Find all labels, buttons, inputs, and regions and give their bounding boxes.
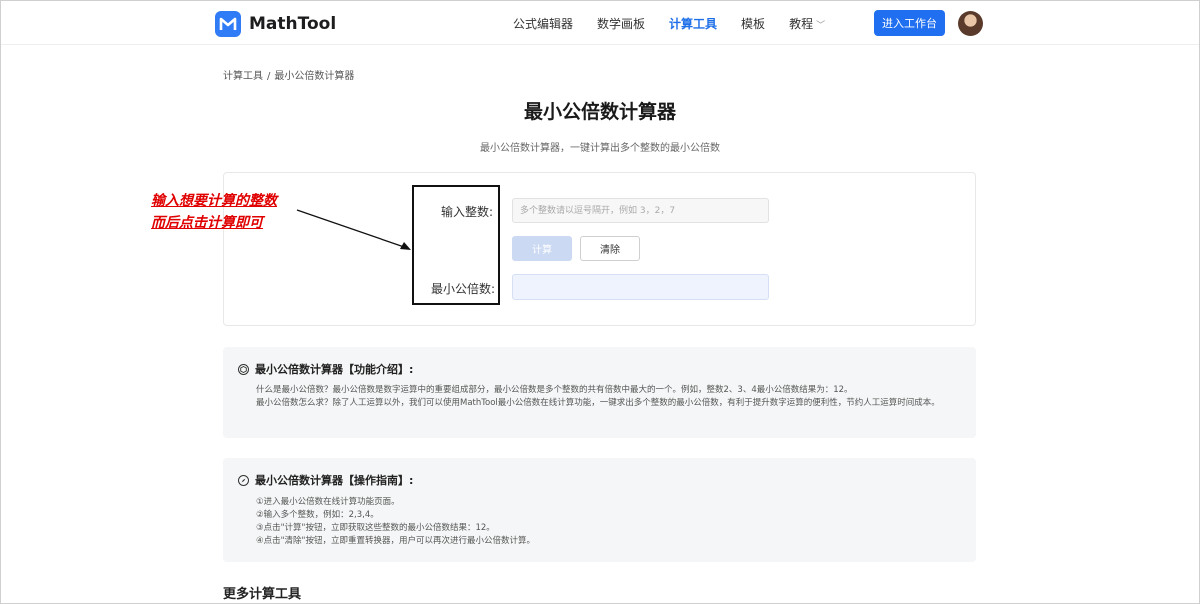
nav-calc-tools[interactable]: 计算工具 (669, 15, 717, 32)
intro-panel: 最小公倍数计算器【功能介绍】: 什么是最小公倍数？最小公倍数是数字运算中的重要组… (223, 347, 976, 438)
calculate-button[interactable]: 计算 (512, 236, 572, 261)
chevron-down-icon: ﹀ (816, 21, 826, 31)
result-field[interactable] (512, 274, 769, 300)
enter-workspace-button[interactable]: 进入工作台 (874, 10, 945, 36)
annotation-line-2: 而后点击计算即可 (151, 215, 263, 231)
intro-title: 最小公倍数计算器【功能介绍】: (255, 363, 414, 376)
mathtool-logo-icon (215, 11, 241, 37)
guide-step: ①进入最小公倍数在线计算功能页面。 (256, 497, 400, 507)
compass-icon (238, 474, 249, 486)
guide-title: 最小公倍数计算器【操作指南】: (255, 474, 414, 487)
top-header: MathTool 公式编辑器 数学画板 计算工具 模板 教程 ﹀ 进入工作台 (1, 1, 1199, 45)
annotation-line-1: 输入想要计算的整数 (151, 193, 277, 209)
guide-step: ②输入多个整数，例如：2,3,4。 (256, 510, 379, 520)
annotation-arrow-icon (296, 209, 411, 250)
brand-name: MathTool (249, 14, 337, 34)
guide-step: ④点击"清除"按钮，立即重置转换器，用户可以再次进行最小公倍数计算。 (256, 536, 535, 546)
nav-templates[interactable]: 模板 (741, 15, 765, 32)
nav-tutorials[interactable]: 教程 ﹀ (789, 15, 825, 32)
clear-button[interactable]: 清除 (580, 236, 640, 261)
page-title: 最小公倍数计算器 (523, 101, 676, 123)
more-tools-heading: 更多计算工具 (223, 587, 302, 602)
main-nav: 公式编辑器 数学画板 计算工具 模板 教程 ﹀ (513, 15, 849, 32)
avatar[interactable] (958, 11, 983, 36)
breadcrumb-separator: / (267, 71, 271, 82)
guide-body: ①进入最小公倍数在线计算功能页面。 ②输入多个整数，例如：2,3,4。 ③点击"… (256, 496, 956, 548)
nav-math-board[interactable]: 数学画板 (597, 15, 645, 32)
breadcrumb-root[interactable]: 计算工具 (223, 71, 263, 82)
intro-body: 什么是最小公倍数？最小公倍数是数字运算中的重要组成部分，最小公倍数是多个整数的共… (256, 384, 956, 410)
guide-panel-header: 最小公倍数计算器【操作指南】: (238, 472, 413, 488)
input-label: 输入整数: (441, 205, 494, 219)
page-subtitle: 最小公倍数计算器，一键计算出多个整数的最小公倍数 (480, 143, 720, 154)
integer-input[interactable] (512, 198, 769, 223)
breadcrumb: 计算工具 / 最小公倍数计算器 (223, 67, 354, 82)
guide-panel: 最小公倍数计算器【操作指南】: ①进入最小公倍数在线计算功能页面。 ②输入多个整… (223, 458, 976, 562)
guide-step: ③点击"计算"按钮，立即获取这些整数的最小公倍数结果：12。 (256, 523, 495, 533)
result-label: 最小公倍数: (431, 282, 496, 296)
annotation-text: 输入想要计算的整数 而后点击计算即可 (151, 190, 277, 234)
nav-tutorials-label: 教程 (789, 17, 814, 31)
intro-paragraph: 什么是最小公倍数？最小公倍数是数字运算中的重要组成部分，最小公倍数是多个整数的共… (256, 385, 853, 395)
nav-formula-editor[interactable]: 公式编辑器 (513, 15, 573, 32)
breadcrumb-current: 最小公倍数计算器 (274, 71, 355, 82)
brand-logo[interactable]: MathTool (215, 11, 336, 37)
intro-panel-header: 最小公倍数计算器【功能介绍】: (238, 361, 413, 377)
cube-icon (238, 363, 249, 375)
intro-paragraph: 最小公倍数怎么求？除了人工运算以外，我们可以使用MathTool最小公倍数在线计… (256, 398, 940, 408)
